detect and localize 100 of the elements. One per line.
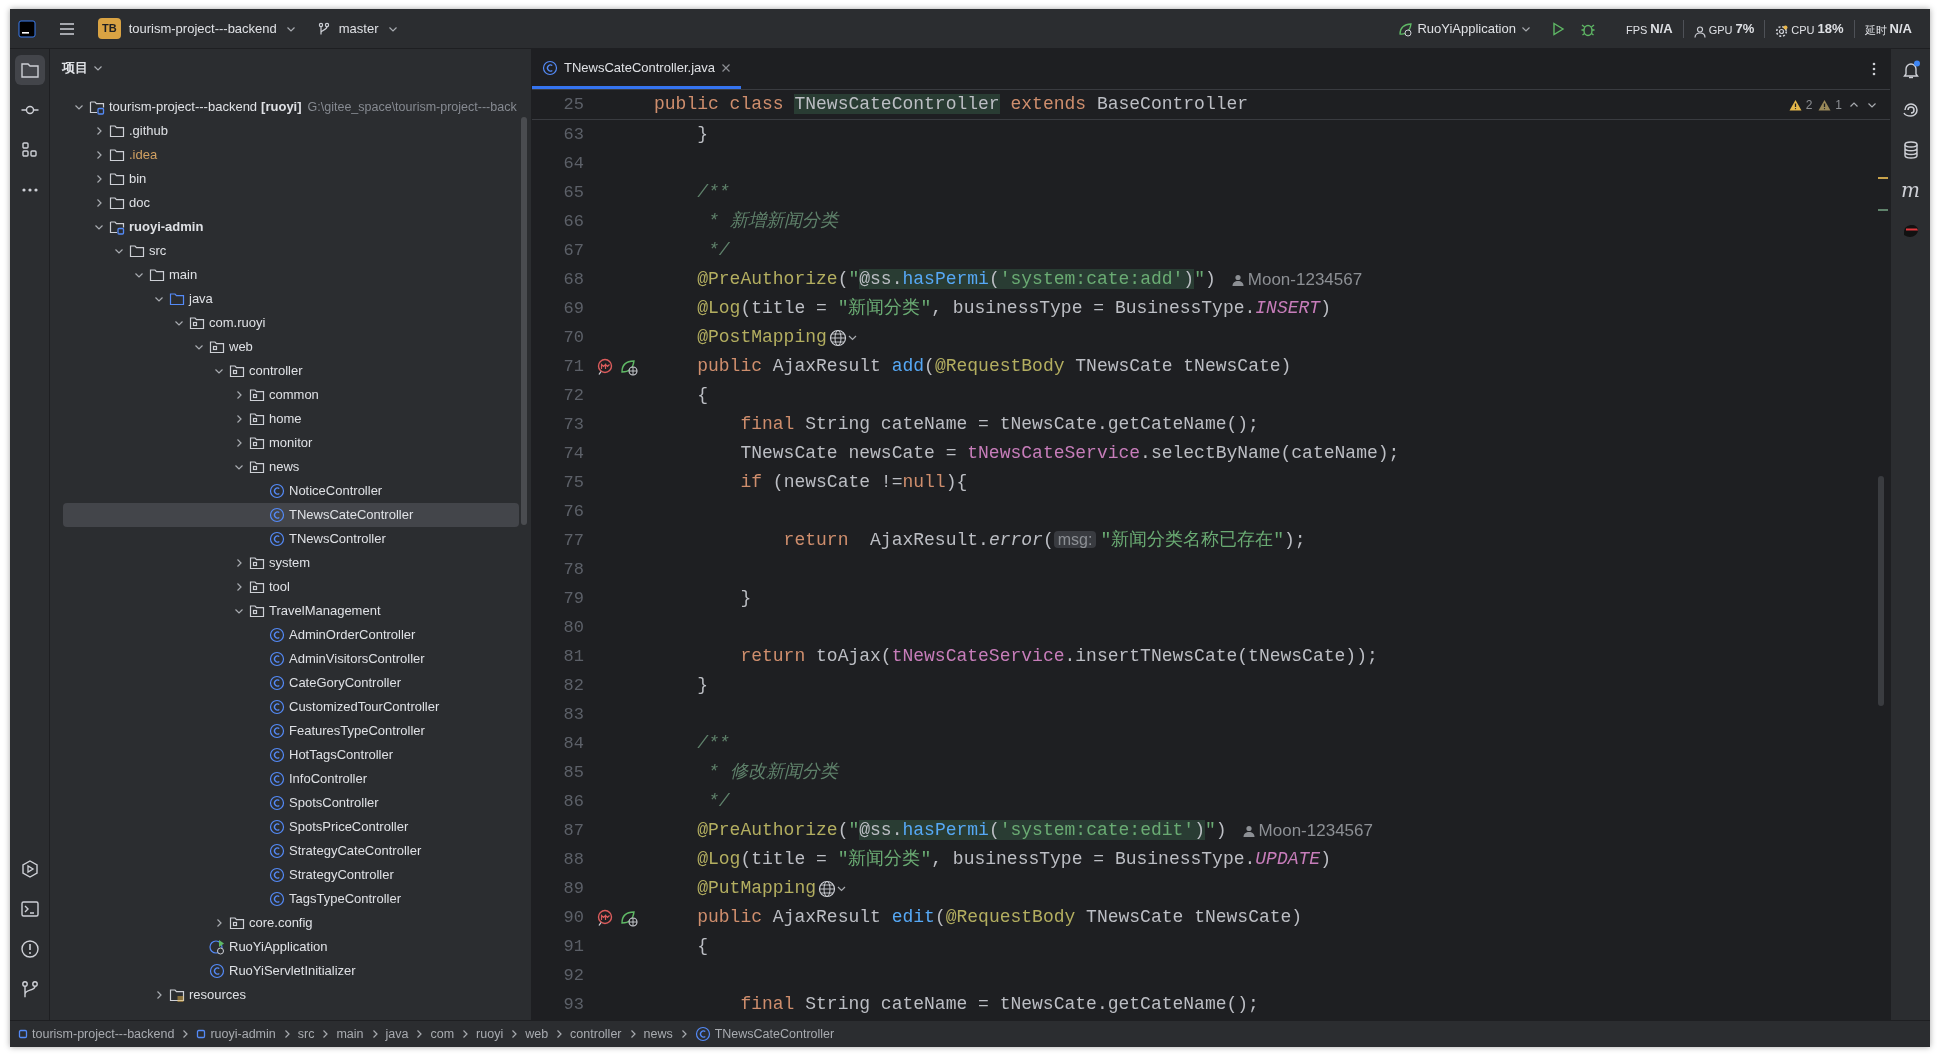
tree-item[interactable]: main bbox=[63, 263, 531, 287]
run-configuration[interactable]: RuoYiApplication bbox=[1391, 15, 1538, 42]
tree-item[interactable]: AdminOrderController bbox=[63, 623, 531, 647]
tree-item[interactable]: doc bbox=[63, 191, 531, 215]
class-icon bbox=[269, 867, 285, 883]
line-number: 25 bbox=[562, 93, 584, 116]
tree-item[interactable]: com.ruoyi bbox=[63, 311, 531, 335]
code-line: /** bbox=[696, 732, 730, 755]
breadcrumb[interactable]: controller bbox=[570, 1024, 622, 1044]
tree-item[interactable]: RuoYiServletInitializer bbox=[63, 959, 531, 983]
tree-item[interactable]: HotTagsController bbox=[63, 743, 531, 767]
tree-item[interactable]: TravelManagement bbox=[63, 599, 531, 623]
line-number: 72 bbox=[562, 384, 584, 407]
globe-dropdown-icon[interactable] bbox=[828, 328, 859, 347]
breadcrumb[interactable]: java bbox=[385, 1024, 409, 1044]
tree-item[interactable]: monitor bbox=[63, 431, 531, 455]
tree-item[interactable]: resources bbox=[63, 983, 531, 1007]
code-line: { bbox=[696, 384, 708, 407]
line-number: 75 bbox=[562, 471, 584, 494]
tree-item[interactable]: news bbox=[63, 455, 531, 479]
spring-run-icon bbox=[1397, 20, 1414, 37]
tree-item[interactable]: bin bbox=[63, 167, 531, 191]
tree-item[interactable]: home bbox=[63, 407, 531, 431]
bell-icon[interactable] bbox=[1900, 60, 1921, 80]
tree-item[interactable]: tool bbox=[63, 575, 531, 599]
tree-item[interactable]: common bbox=[63, 383, 531, 407]
tree-item[interactable]: RuoYiApplication bbox=[63, 935, 531, 959]
scrollbar[interactable] bbox=[1878, 476, 1884, 706]
spiral-icon[interactable] bbox=[1900, 100, 1921, 120]
tree-item[interactable]: src bbox=[63, 239, 531, 263]
mapping-marker-icon[interactable] bbox=[596, 908, 614, 927]
code-line: */ bbox=[707, 790, 730, 813]
tree-item[interactable]: java bbox=[63, 287, 531, 311]
folder-icon bbox=[149, 267, 165, 283]
warning-count[interactable]: 2 bbox=[1788, 95, 1813, 114]
tree-item[interactable]: web bbox=[63, 335, 531, 359]
tree-item[interactable]: FeaturesTypeController bbox=[63, 719, 531, 743]
code-line: final String cateName = tNewsCate.getCateName(); bbox=[739, 993, 1259, 1016]
project-selector[interactable]: TB tourism-project---backend bbox=[92, 15, 303, 42]
tree-item[interactable]: ruoyi-admin bbox=[63, 215, 531, 239]
folder-icon bbox=[19, 60, 40, 80]
line-number: 80 bbox=[562, 616, 584, 639]
tree-item[interactable]: AdminVisitorsController bbox=[63, 647, 531, 671]
weak-warning-count[interactable]: 1 bbox=[1818, 95, 1842, 114]
tree-item[interactable]: TNewsCateController bbox=[63, 503, 519, 527]
tree-item[interactable]: SpotsPriceController bbox=[63, 815, 531, 839]
breadcrumb[interactable]: src bbox=[297, 1024, 315, 1044]
tree-item[interactable]: SpotsController bbox=[63, 791, 531, 815]
package-icon bbox=[229, 363, 245, 379]
tree-item[interactable]: NoticeController bbox=[63, 479, 531, 503]
tree-item[interactable]: StrategyCateController bbox=[63, 839, 531, 863]
breadcrumb[interactable]: TNewsCateController bbox=[694, 1024, 835, 1044]
tree-item[interactable]: CustomizedTourController bbox=[63, 695, 531, 719]
close-icon[interactable] bbox=[721, 62, 731, 73]
line-number: 67 bbox=[562, 239, 584, 262]
code-line: @PostMapping bbox=[696, 326, 827, 349]
line-number: 92 bbox=[562, 964, 584, 987]
tree-item[interactable]: InfoController bbox=[63, 767, 531, 791]
line-number: 88 bbox=[562, 848, 584, 871]
tree-item[interactable]: TNewsController bbox=[63, 527, 531, 551]
code-line: return AjaxResult.error( msg: "新闻分类名称已存在"); bbox=[782, 529, 1306, 552]
breadcrumb[interactable]: news bbox=[643, 1024, 673, 1044]
line-number: 66 bbox=[562, 210, 584, 233]
code-line: * 新增新闻分类 bbox=[707, 210, 838, 233]
breadcrumb[interactable]: com bbox=[430, 1024, 455, 1044]
author-hint[interactable]: Moon-1234567 bbox=[1231, 266, 1363, 293]
tree-item[interactable]: controller bbox=[63, 359, 531, 383]
branch-icon bbox=[19, 979, 40, 999]
app-logo-icon[interactable] bbox=[18, 19, 36, 38]
leaf-globe-icon[interactable] bbox=[620, 908, 638, 927]
class-icon bbox=[269, 819, 285, 835]
panel-title[interactable]: 项目 bbox=[62, 58, 88, 78]
class-icon bbox=[542, 59, 558, 76]
scrollbar[interactable] bbox=[521, 117, 527, 525]
branch-selector[interactable]: master bbox=[310, 15, 405, 42]
tree-item[interactable]: core.config bbox=[63, 911, 531, 935]
person-icon bbox=[1231, 273, 1244, 286]
line-number: 63 bbox=[562, 123, 584, 146]
author-hint[interactable]: Moon-1234567 bbox=[1242, 817, 1373, 844]
more-vertical-icon[interactable] bbox=[1872, 61, 1876, 77]
tree-item[interactable]: tourism-project---backend [ruoyi] G:\gitee_space\tourism-project---back bbox=[63, 95, 531, 119]
tree-item[interactable]: system bbox=[63, 551, 531, 575]
breadcrumb[interactable]: web bbox=[525, 1024, 549, 1044]
breadcrumb[interactable]: ruoyi-admin bbox=[196, 1024, 276, 1044]
class-icon bbox=[269, 891, 285, 907]
breadcrumb[interactable]: tourism-project---backend bbox=[18, 1024, 175, 1044]
mapping-marker-icon[interactable] bbox=[596, 357, 614, 376]
tree-item[interactable]: TagsTypeController bbox=[63, 887, 531, 911]
tree-item[interactable]: .idea bbox=[63, 143, 531, 167]
breadcrumb[interactable]: ruoyi bbox=[476, 1024, 504, 1044]
maven-button[interactable]: m bbox=[1901, 180, 1920, 200]
tree-item[interactable]: StrategyController bbox=[63, 863, 531, 887]
line-number: 79 bbox=[562, 587, 584, 610]
editor-tab[interactable]: TNewsCateController.java bbox=[532, 49, 741, 89]
tree-item[interactable]: CateGoryController bbox=[63, 671, 531, 695]
tree-item[interactable]: .github bbox=[63, 119, 531, 143]
leaf-globe-icon[interactable] bbox=[620, 357, 638, 376]
breadcrumb[interactable]: main bbox=[336, 1024, 364, 1044]
code-line: public AjaxResult edit(@RequestBody TNewsCate tNewsCate) bbox=[696, 906, 1303, 929]
tool-window-button[interactable] bbox=[14, 55, 45, 85]
